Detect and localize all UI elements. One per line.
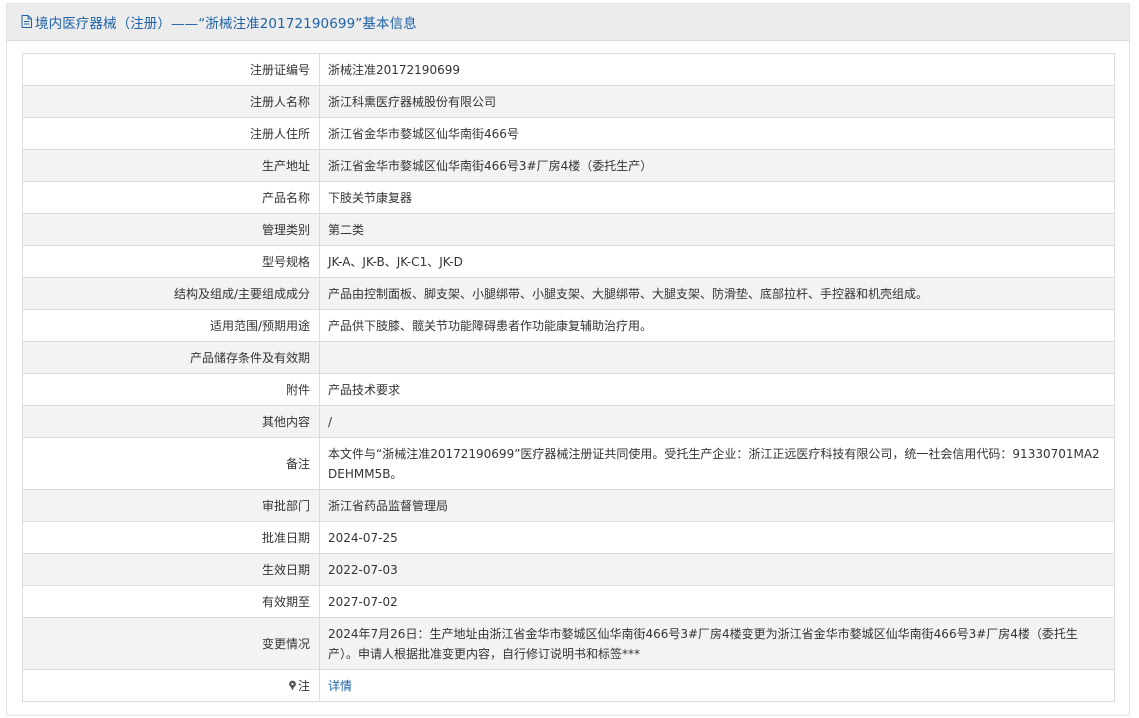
field-label: 管理类别 <box>22 213 320 246</box>
field-value: 产品由控制面板、脚支架、小腿绑带、小腿支架、大腿绑带、大腿支架、防滑垫、底部拉杆… <box>319 277 1115 310</box>
note-row: 注 详情 <box>22 669 1115 702</box>
table-row: 生产地址 浙江省金华市婺城区仙华南街466号3#厂房4楼（委托生产） <box>22 149 1115 182</box>
pin-icon <box>288 677 297 690</box>
table-row: 产品名称 下肢关节康复器 <box>22 181 1115 214</box>
field-label: 其他内容 <box>22 405 320 438</box>
field-label: 结构及组成/主要组成成分 <box>22 277 320 310</box>
page-title: 境内医疗器械（注册）——“浙械注准20172190699”基本信息 <box>35 16 417 32</box>
info-table-wrapper: 注册证编号 浙械注准20172190699 注册人名称 浙江科熏医疗器械股份有限公司注… <box>22 53 1115 702</box>
field-value: 2024年7月26日：生产地址由浙江省金华市婺城区仙华南街466号3#厂房4楼变… <box>319 617 1115 670</box>
field-label: 产品名称 <box>22 181 320 214</box>
table-row: 型号规格 JK-A、JK-B、JK-C1、JK-D <box>22 245 1115 278</box>
table-row: 注册人名称 浙江科熏医疗器械股份有限公司 <box>22 85 1115 118</box>
field-label: 审批部门 <box>22 489 320 522</box>
field-value: 产品供下肢膝、髋关节功能障碍患者作功能康复辅助治疗用。 <box>319 309 1115 342</box>
field-value: 2022-07-03 <box>319 553 1115 586</box>
panel-header: 境内医疗器械（注册）——“浙械注准20172190699”基本信息 <box>7 4 1129 41</box>
field-label: 生产地址 <box>22 149 320 182</box>
table-row: 审批部门 浙江省药品监督管理局 <box>22 489 1115 522</box>
table-row: 其他内容 / <box>22 405 1115 438</box>
field-label: 注册人名称 <box>22 85 320 118</box>
field-label: 产品储存条件及有效期 <box>22 341 320 374</box>
field-value: 浙江省金华市婺城区仙华南街466号 <box>319 117 1115 150</box>
table-row: 附件 产品技术要求 <box>22 373 1115 406</box>
field-value <box>319 341 1115 374</box>
field-label: 备注 <box>22 437 320 490</box>
table-row: 注册证编号 浙械注准20172190699 <box>22 53 1115 86</box>
info-table: 注册证编号 浙械注准20172190699 注册人名称 浙江科熏医疗器械股份有限公司注… <box>22 53 1115 702</box>
field-label: 批准日期 <box>22 521 320 554</box>
field-label: 变更情况 <box>22 617 320 670</box>
field-value: JK-A、JK-B、JK-C1、JK-D <box>319 245 1115 278</box>
table-row: 结构及组成/主要组成成分 产品由控制面板、脚支架、小腿绑带、小腿支架、大腿绑带、大… <box>22 277 1115 310</box>
field-value: 浙江科熏医疗器械股份有限公司 <box>319 85 1115 118</box>
field-value: 浙江省金华市婺城区仙华南街466号3#厂房4楼（委托生产） <box>319 149 1115 182</box>
table-row: 产品储存条件及有效期 <box>22 341 1115 374</box>
table-row: 批准日期 2024-07-25 <box>22 521 1115 554</box>
field-label: 生效日期 <box>22 553 320 586</box>
detail-panel: 境内医疗器械（注册）——“浙械注准20172190699”基本信息 注册证编号浙… <box>6 3 1130 716</box>
field-value: 浙江省药品监督管理局 <box>319 489 1115 522</box>
field-label: 注册人住所 <box>22 117 320 150</box>
field-label: 型号规格 <box>22 245 320 278</box>
table-row: 注册人住所 浙江省金华市婺城区仙华南街466号 <box>22 117 1115 150</box>
details-link[interactable]: 详情 <box>328 679 352 693</box>
field-value: 第二类 <box>319 213 1115 246</box>
field-label: 注 <box>22 669 320 702</box>
field-value: 详情 <box>319 669 1115 702</box>
field-value: 本文件与“浙械注准20172190699”医疗器械注册证共同使用。受托生产企业：… <box>319 437 1115 490</box>
field-label: 附件 <box>22 373 320 406</box>
table-row: 备注 本文件与“浙械注准20172190699”医疗器械注册证共同使用。受托生产企… <box>22 437 1115 490</box>
field-value: 产品技术要求 <box>319 373 1115 406</box>
field-value: 2024-07-25 <box>319 521 1115 554</box>
table-row: 生效日期 2022-07-03 <box>22 553 1115 586</box>
field-value: 浙械注准20172190699 <box>319 53 1115 86</box>
field-label: 适用范围/预期用途 <box>22 309 320 342</box>
table-row: 管理类别 第二类 <box>22 213 1115 246</box>
table-row: 适用范围/预期用途 产品供下肢膝、髋关节功能障碍患者作功能康复辅助治疗用。 <box>22 309 1115 342</box>
table-row: 有效期至 2027-07-02 <box>22 585 1115 618</box>
document-icon <box>21 14 32 28</box>
field-value: / <box>319 405 1115 438</box>
field-label: 注册证编号 <box>22 53 320 86</box>
table-row: 变更情况 2024年7月26日：生产地址由浙江省金华市婺城区仙华南街466号3#厂… <box>22 617 1115 670</box>
field-label: 有效期至 <box>22 585 320 618</box>
field-value: 下肢关节康复器 <box>319 181 1115 214</box>
field-value: 2027-07-02 <box>319 585 1115 618</box>
